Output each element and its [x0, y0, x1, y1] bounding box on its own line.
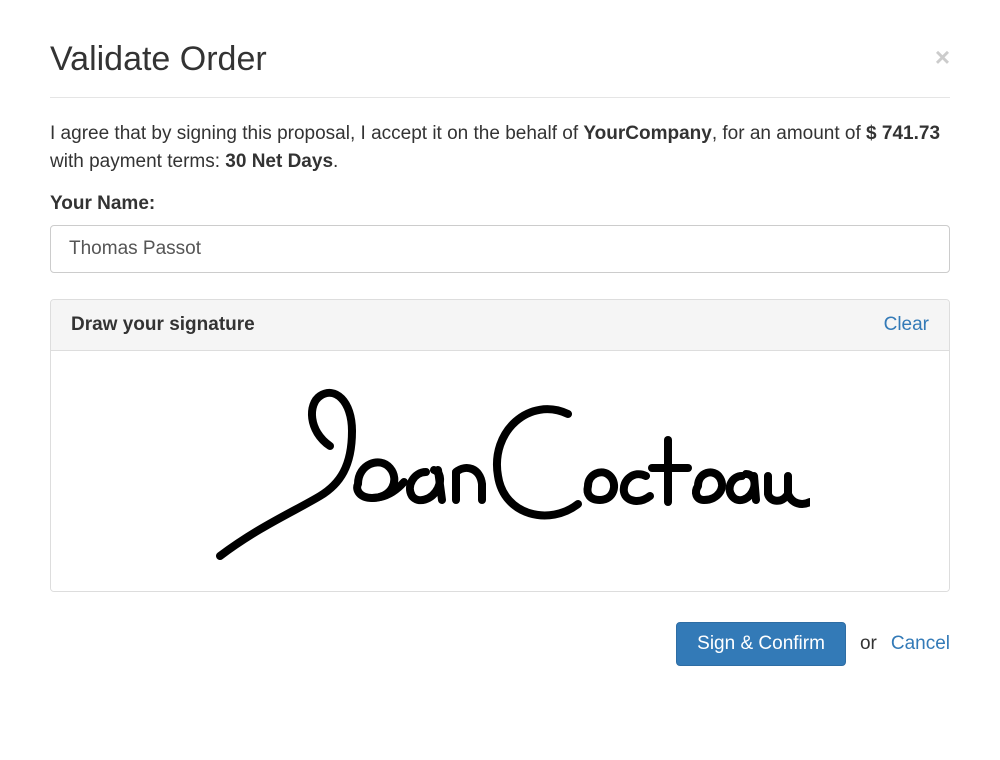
agreement-mid1: , for an amount of: [712, 123, 866, 144]
agreement-amount: $ 741.73: [866, 123, 940, 144]
name-label: Your Name:: [50, 193, 950, 215]
signature-panel: Draw your signature Clear: [50, 299, 950, 592]
close-icon[interactable]: ×: [935, 44, 950, 70]
signature-panel-title: Draw your signature: [71, 314, 255, 336]
agreement-text: I agree that by signing this proposal, I…: [50, 120, 950, 175]
or-label: or: [860, 633, 877, 655]
name-input[interactable]: [50, 225, 950, 273]
agreement-prefix: I agree that by signing this proposal, I…: [50, 123, 583, 144]
modal-header: Validate Order ×: [50, 40, 950, 98]
agreement-terms: 30 Net Days: [225, 151, 333, 172]
agreement-mid2: with payment terms:: [50, 151, 225, 172]
cancel-link[interactable]: Cancel: [891, 633, 950, 655]
agreement-suffix: .: [333, 151, 338, 172]
agreement-company: YourCompany: [583, 123, 711, 144]
signature-canvas[interactable]: [51, 351, 949, 591]
clear-signature-link[interactable]: Clear: [884, 314, 929, 336]
modal-footer: Sign & Confirm or Cancel: [50, 622, 950, 666]
signature-drawing-icon: [190, 376, 810, 566]
signature-panel-header: Draw your signature Clear: [51, 300, 949, 351]
modal-title: Validate Order: [50, 40, 267, 79]
sign-confirm-button[interactable]: Sign & Confirm: [676, 622, 846, 666]
